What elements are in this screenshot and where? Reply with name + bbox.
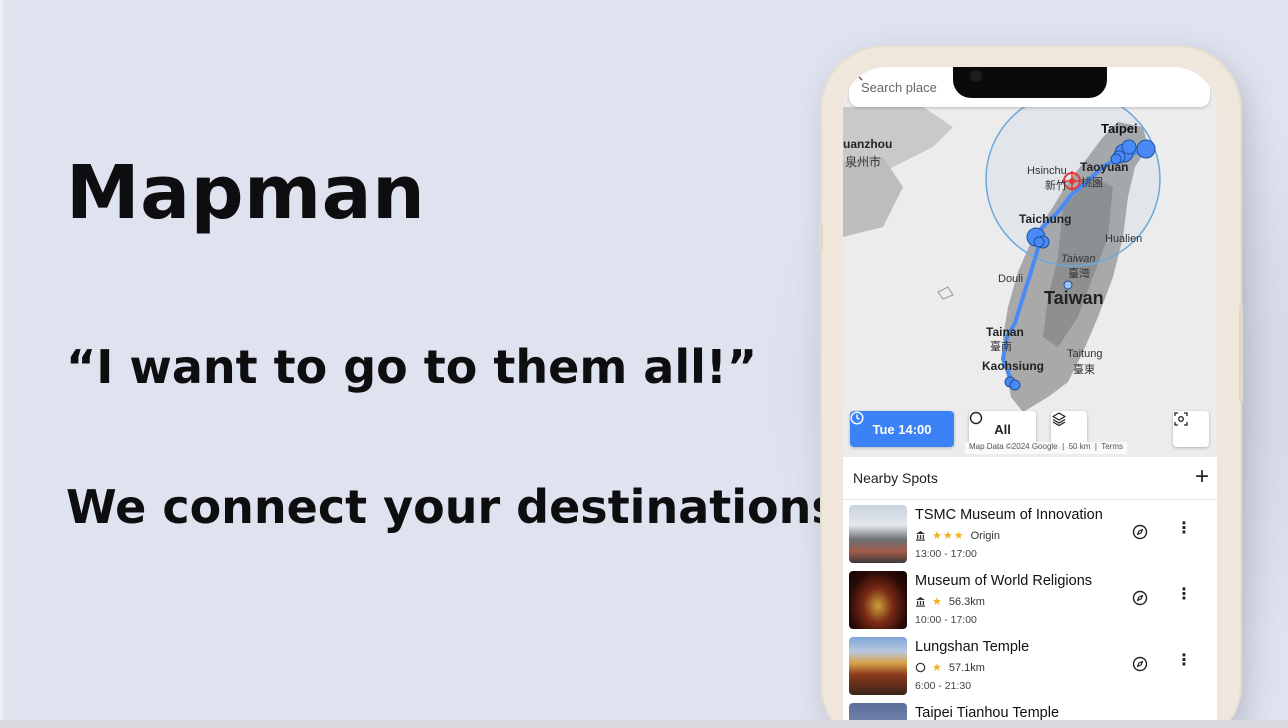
map-label-taoyuan: Taoyuan — [1080, 160, 1129, 174]
frame-edge-left — [0, 0, 3, 728]
spot-hours: 13:00 - 17:00 — [915, 548, 977, 560]
spot-rating: ★ — [932, 662, 943, 674]
spot-detail: Origin — [970, 529, 1000, 542]
map-label-hualien: Hualien — [1105, 233, 1143, 245]
add-spot-button[interactable]: + — [1195, 463, 1209, 491]
category-filter-label: All — [994, 421, 1011, 437]
subline: We connect your destinations — [66, 480, 839, 534]
spot-rating: ★★★ — [932, 530, 965, 542]
compass-icon[interactable] — [1132, 656, 1148, 672]
map-data-credit: Map Data ©2024 Google — [969, 442, 1058, 451]
spot-name: Museum of World Religions — [915, 573, 1093, 589]
more-options-button[interactable]: ⋮ — [1176, 521, 1192, 537]
map-label-taitung-cn: 臺東 — [1073, 364, 1095, 376]
more-options-button[interactable]: ⋮ — [1176, 587, 1192, 603]
map-label-taiwan: Taiwan — [1044, 288, 1104, 308]
search-icon — [849, 67, 863, 81]
more-options-button[interactable]: ⋮ — [1176, 653, 1192, 669]
compass-icon[interactable] — [1132, 524, 1148, 540]
map-label-taitung: Taitung — [1067, 348, 1103, 360]
map-label-tainan: Tainan — [986, 325, 1024, 339]
circle-icon — [969, 411, 983, 425]
spot-rating: ★ — [932, 596, 943, 608]
map-label-hsinchu: Hsinchu — [1027, 165, 1067, 177]
clock-icon — [850, 411, 864, 425]
map-scale: 50 km — [1068, 442, 1091, 451]
museum-icon — [916, 531, 925, 541]
spot-meta: ★★★ Origin — [915, 529, 1000, 542]
camera-lens — [970, 70, 982, 82]
spot-name: Taipei Tianhou Temple — [915, 705, 1060, 721]
focus-button[interactable] — [1173, 411, 1209, 447]
tagline: “I want to go to them all!” — [66, 340, 758, 394]
phone-side-button — [819, 222, 823, 252]
time-filter-label: Tue 14:00 — [872, 421, 932, 437]
map-label-taoyuan-cn: 桃園 — [1081, 177, 1103, 189]
spot-distance: 57.1km — [948, 661, 985, 674]
map-view[interactable]: Search place uanzhou 泉州市 Taipei Hsinchu … — [843, 67, 1217, 457]
map-label-kaohsiung: Kaohsiung — [982, 359, 1044, 373]
focus-icon — [1174, 412, 1188, 426]
map-label-taiwan-italic: Taiwan — [1061, 253, 1096, 265]
frame-edge-bottom — [0, 720, 1288, 728]
compass-icon[interactable] — [1132, 590, 1148, 606]
spot-name: Lungshan Temple — [915, 639, 1030, 655]
spot-distance: 56.3km — [948, 595, 985, 608]
map-label-taipei: Taipei — [1101, 121, 1138, 136]
search-placeholder: Search place — [861, 79, 937, 95]
list-item[interactable]: Museum of World Religions ★ 56.3km 10:00… — [843, 567, 1217, 632]
circle-icon — [915, 662, 926, 673]
layers-icon — [1052, 412, 1066, 427]
map-attribution: Map Data ©2024 Google | 50 km | Terms — [965, 442, 1127, 454]
phone-power-button — [1239, 305, 1243, 403]
spot-meta: ★ 56.3km — [915, 595, 985, 608]
phone-screen: Search place uanzhou 泉州市 Taipei Hsinchu … — [843, 67, 1217, 727]
map-label-hsinchu-cn: 新竹 — [1045, 180, 1067, 192]
museum-icon — [916, 597, 925, 607]
map-label-taichung: Taichung — [1019, 212, 1072, 226]
list-item[interactable]: TSMC Museum of Innovation ★★★ Origin 13:… — [843, 501, 1217, 566]
map-label-douliu: Douli — [998, 273, 1024, 285]
map-canvas — [843, 67, 1217, 457]
time-filter-button[interactable]: Tue 14:00 — [850, 411, 954, 447]
spot-hours: 10:00 - 17:00 — [915, 614, 977, 626]
map-label-tainan-cn: 臺南 — [990, 341, 1012, 353]
map-label-taiwan-cn: 臺灣 — [1068, 268, 1090, 280]
spot-name: TSMC Museum of Innovation — [915, 507, 1103, 523]
nearby-spots-title: Nearby Spots — [853, 470, 938, 486]
nearby-spots-header: Nearby Spots + — [843, 457, 1217, 500]
spot-thumbnail — [849, 505, 907, 563]
spot-hours: 6:00 - 21:30 — [915, 680, 972, 692]
map-label-quanzhou-cn: 泉州市 — [845, 155, 882, 169]
list-item[interactable]: Lungshan Temple ★ 57.1km 6:00 - 21:30 ⋮ — [843, 633, 1217, 698]
map-terms-link[interactable]: Terms — [1101, 442, 1123, 451]
spot-thumbnail — [849, 571, 907, 629]
spot-thumbnail — [849, 637, 907, 695]
spot-meta: ★ 57.1km — [915, 661, 985, 674]
map-label-quanzhou: uanzhou — [843, 137, 893, 151]
app-title: Mapman — [66, 150, 426, 236]
